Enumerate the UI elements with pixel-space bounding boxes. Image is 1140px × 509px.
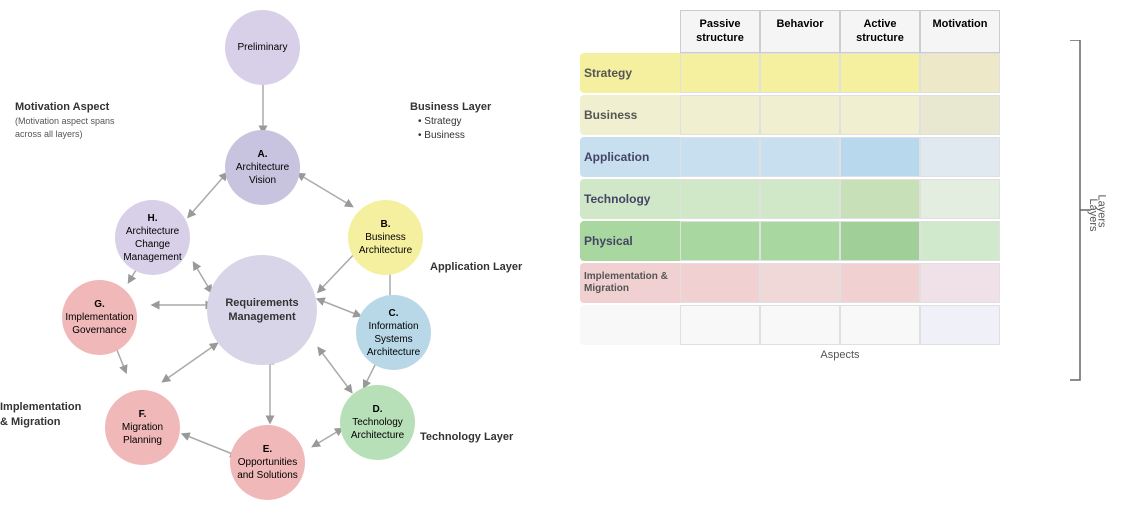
row-business-active — [840, 95, 920, 135]
aspects-table-container: Passive structure Behavior Active struct… — [570, 10, 1120, 490]
application-layer-block: Application Layer — [430, 260, 522, 275]
row-physical-behavior — [760, 221, 840, 261]
circle-e: E. Opportunities and Solutions — [230, 425, 305, 500]
layers-label: Layers — [1095, 194, 1107, 227]
circle-f-label: Migration Planning — [105, 421, 180, 447]
circle-e-code: E. — [263, 443, 272, 456]
circle-b: B. Business Architecture — [348, 200, 423, 275]
motivation-aspect-title: Motivation Aspect — [15, 100, 125, 115]
circle-c-label: Information Systems Architecture — [356, 320, 431, 359]
row-application-active — [840, 137, 920, 177]
row-business-motivation — [920, 95, 1000, 135]
row-application: Application — [580, 137, 1060, 177]
row-application-motivation — [920, 137, 1000, 177]
row-empty-passive — [680, 305, 760, 345]
circle-d: D. Technology Architecture — [340, 385, 415, 460]
aspects-table: Passive structure Behavior Active struct… — [580, 10, 1060, 361]
row-label-implmig: Implementation & Migration — [580, 263, 680, 303]
row-physical: Physical — [580, 221, 1060, 261]
row-implmig-passive — [680, 263, 760, 303]
circle-g: G. Implementation Governance — [62, 280, 137, 355]
circle-c-code: C. — [389, 307, 399, 320]
row-strategy-passive — [680, 53, 760, 93]
col-header-passive: Passive structure — [680, 10, 760, 53]
row-label-technology: Technology — [580, 179, 680, 219]
circle-b-code: B. — [381, 218, 391, 231]
impl-migration-title: Implementation& Migration — [0, 400, 81, 431]
circle-g-code: G. — [94, 298, 105, 311]
row-technology-passive — [680, 179, 760, 219]
row-implmig: Implementation & Migration — [580, 263, 1060, 303]
row-business-behavior — [760, 95, 840, 135]
row-label-strategy: Strategy — [580, 53, 680, 93]
circle-d-label: Technology Architecture — [340, 416, 415, 442]
preliminary-label: Preliminary — [237, 41, 287, 54]
row-strategy-behavior — [760, 53, 840, 93]
row-physical-motivation — [920, 221, 1000, 261]
business-item-1: • Strategy — [410, 115, 491, 129]
col-header-motivation: Motivation — [920, 10, 1000, 53]
row-technology-behavior — [760, 179, 840, 219]
circle-h-code: H. — [148, 212, 158, 225]
adm-diagram: Preliminary A. Architecture Vision B. Bu… — [0, 0, 540, 509]
circle-b-label: Business Architecture — [348, 231, 423, 257]
col-header-behavior: Behavior — [760, 10, 840, 53]
circle-c: C. Information Systems Architecture — [356, 295, 431, 370]
business-item-2: • Business — [410, 129, 491, 143]
row-empty — [580, 305, 1060, 345]
circle-a: A. Architecture Vision — [225, 130, 300, 205]
row-label-empty — [580, 305, 680, 345]
row-technology-motivation — [920, 179, 1000, 219]
technology-layer-block: Technology Layer — [420, 430, 513, 445]
row-strategy-motivation — [920, 53, 1000, 93]
table-header-row: Passive structure Behavior Active struct… — [680, 10, 1060, 53]
row-empty-active — [840, 305, 920, 345]
row-label-application: Application — [580, 137, 680, 177]
motivation-aspect-block: Motivation Aspect (Motivation aspect spa… — [15, 100, 125, 141]
business-layer-block: Business Layer • Strategy • Business — [410, 100, 491, 143]
row-application-behavior — [760, 137, 840, 177]
impl-migration-block: Implementation& Migration — [0, 400, 81, 431]
circle-a-label: Architecture Vision — [225, 161, 300, 187]
row-label-business: Business — [580, 95, 680, 135]
row-technology-active — [840, 179, 920, 219]
center-label: Requirements Management — [207, 296, 317, 325]
technology-layer-title: Technology Layer — [420, 430, 513, 445]
row-strategy: Strategy — [580, 53, 1060, 93]
circle-h: H. Architecture Change Management — [115, 200, 190, 275]
row-empty-motivation — [920, 305, 1000, 345]
row-business: Business — [580, 95, 1060, 135]
row-implmig-behavior — [760, 263, 840, 303]
row-strategy-active — [840, 53, 920, 93]
application-layer-title: Application Layer — [430, 260, 522, 275]
row-application-passive — [680, 137, 760, 177]
row-implmig-motivation — [920, 263, 1000, 303]
circle-f-code: F. — [139, 408, 147, 421]
circle-g-label: Implementation Governance — [62, 311, 137, 337]
aspects-label: Aspects — [680, 349, 1000, 361]
col-header-active: Active structure — [840, 10, 920, 53]
row-physical-active — [840, 221, 920, 261]
row-label-physical: Physical — [580, 221, 680, 261]
row-implmig-active — [840, 263, 920, 303]
row-physical-passive — [680, 221, 760, 261]
circle-center: Requirements Management — [207, 255, 317, 365]
motivation-aspect-sub: (Motivation aspect spans across all laye… — [15, 115, 125, 140]
circle-preliminary: Preliminary — [225, 10, 300, 85]
row-business-passive — [680, 95, 760, 135]
circle-a-code: A. — [258, 148, 268, 161]
circle-d-code: D. — [373, 403, 383, 416]
row-empty-behavior — [760, 305, 840, 345]
circle-f: F. Migration Planning — [105, 390, 180, 465]
business-layer-title: Business Layer — [410, 100, 491, 115]
circle-h-label: Architecture Change Management — [115, 225, 190, 264]
row-technology: Technology — [580, 179, 1060, 219]
circle-e-label: Opportunities and Solutions — [230, 456, 305, 482]
